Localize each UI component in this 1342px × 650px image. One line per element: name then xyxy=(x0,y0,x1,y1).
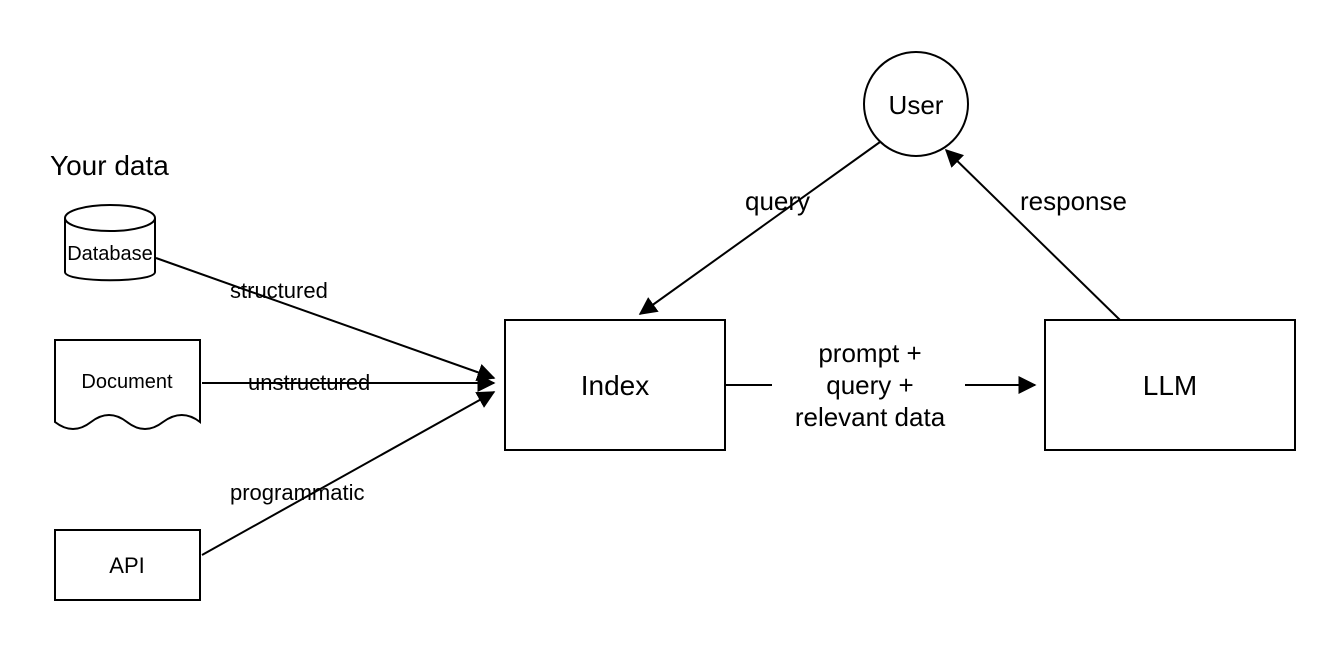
index-node: Index xyxy=(505,320,725,450)
rag-diagram: Your data Database Document API Index LL… xyxy=(0,0,1342,650)
database-node: Database xyxy=(65,205,155,280)
edge-structured-label: structured xyxy=(230,278,328,303)
edge-programmatic-label: programmatic xyxy=(230,480,364,505)
edge-api-index xyxy=(202,392,494,555)
index-label: Index xyxy=(581,370,650,401)
api-label: API xyxy=(109,553,144,578)
api-node: API xyxy=(55,530,200,600)
document-label: Document xyxy=(81,371,173,393)
document-node: Document xyxy=(55,340,200,429)
edge-prompt-line1: prompt + xyxy=(818,338,921,368)
llm-node: LLM xyxy=(1045,320,1295,450)
edge-prompt-line3: relevant data xyxy=(795,402,946,432)
edge-prompt-line2: query + xyxy=(826,370,913,400)
user-label: User xyxy=(889,90,944,120)
edge-response-label: response xyxy=(1020,186,1127,216)
edge-user-index xyxy=(640,142,880,314)
edge-llm-user xyxy=(946,150,1120,320)
llm-label: LLM xyxy=(1143,370,1197,401)
edge-unstructured-label: unstructured xyxy=(248,370,370,395)
edge-database-index xyxy=(156,258,494,378)
user-node: User xyxy=(864,52,968,156)
your-data-heading: Your data xyxy=(50,150,169,181)
database-label: Database xyxy=(67,243,153,265)
edge-query-label: query xyxy=(745,186,810,216)
